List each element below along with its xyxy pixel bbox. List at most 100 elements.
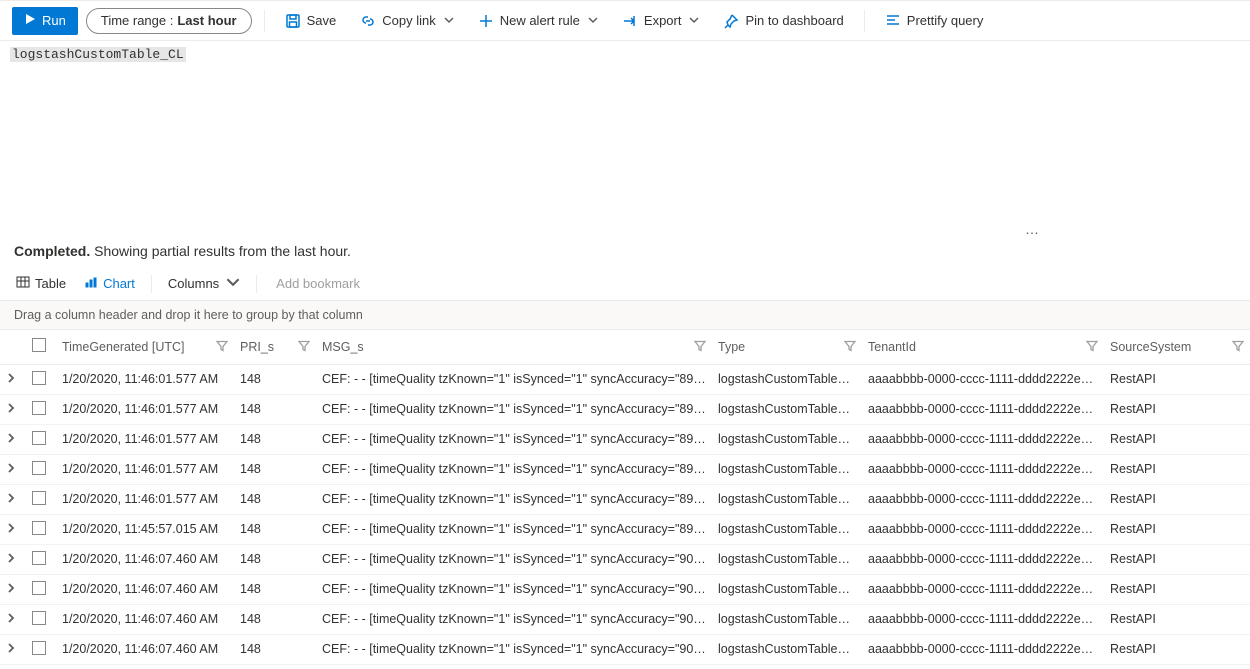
checkbox-icon[interactable] (32, 371, 46, 385)
table-row[interactable]: 1/20/2020, 11:46:01.577 AM148CEF: - - [t… (0, 424, 1250, 454)
results-grid[interactable]: TimeGenerated [UTC] PRI_s MSG_s Type Ten… (0, 330, 1250, 669)
header-time[interactable]: TimeGenerated [UTC] (56, 330, 234, 364)
cell-time: 1/20/2020, 11:46:01.577 AM (56, 364, 234, 394)
cell-time: 1/20/2020, 11:46:01.577 AM (56, 454, 234, 484)
expand-cell[interactable] (0, 394, 26, 424)
cell-src: RestAPI (1104, 604, 1250, 634)
checkbox-cell[interactable] (26, 454, 56, 484)
cell-tenant: aaaabbbb-0000-cccc-1111-dddd2222eeee (862, 634, 1104, 664)
copy-link-label: Copy link (382, 13, 435, 28)
cell-tenant: aaaabbbb-0000-cccc-1111-dddd2222eeee (862, 424, 1104, 454)
pin-button[interactable]: Pin to dashboard (715, 5, 851, 37)
header-src[interactable]: SourceSystem (1104, 330, 1250, 364)
cell-tenant: aaaabbbb-0000-cccc-1111-dddd2222eeee (862, 544, 1104, 574)
export-button[interactable]: Export (614, 5, 708, 37)
checkbox-icon[interactable] (32, 641, 46, 655)
play-icon (24, 13, 36, 28)
cell-tenant: aaaabbbb-0000-cccc-1111-dddd2222eeee (862, 394, 1104, 424)
filter-icon[interactable] (216, 339, 228, 354)
checkbox-icon[interactable] (32, 491, 46, 505)
expand-cell[interactable] (0, 634, 26, 664)
cell-type: logstashCustomTable_CL (712, 394, 862, 424)
checkbox-icon[interactable] (32, 551, 46, 565)
table-row[interactable]: 1/20/2020, 11:46:01.577 AM148CEF: - - [t… (0, 364, 1250, 394)
expand-cell[interactable] (0, 574, 26, 604)
table-row[interactable]: 1/20/2020, 11:46:07.460 AM148CEF: - - [t… (0, 544, 1250, 574)
table-row[interactable]: 1/20/2020, 11:46:01.577 AM148CEF: - - [t… (0, 454, 1250, 484)
expand-cell[interactable] (0, 484, 26, 514)
checkbox-icon[interactable] (32, 431, 46, 445)
checkbox-icon[interactable] (32, 461, 46, 475)
copy-link-button[interactable]: Copy link (352, 5, 461, 37)
cell-time: 1/20/2020, 11:46:07.460 AM (56, 604, 234, 634)
cell-type: logstashCustomTable_CL (712, 634, 862, 664)
cell-msg: CEF: - - [timeQuality tzKnown="1" isSync… (316, 424, 712, 454)
table-row[interactable]: 1/20/2020, 11:46:07.460 AM148CEF: - - [t… (0, 604, 1250, 634)
filter-icon[interactable] (1086, 339, 1098, 354)
query-text: logstashCustomTable_CL (10, 47, 186, 62)
header-msg[interactable]: MSG_s (316, 330, 712, 364)
tab-table-label: Table (35, 276, 66, 291)
table-row[interactable]: 1/20/2020, 11:45:57.015 AM148CEF: - - [t… (0, 514, 1250, 544)
new-alert-button[interactable]: New alert rule (470, 5, 606, 37)
cell-pri: 148 (234, 574, 316, 604)
table-row[interactable]: 1/20/2020, 11:46:01.577 AM148CEF: - - [t… (0, 484, 1250, 514)
tab-table[interactable]: Table (14, 271, 68, 296)
checkbox-cell[interactable] (26, 574, 56, 604)
prettify-button[interactable]: Prettify query (877, 5, 992, 37)
expand-cell[interactable] (0, 364, 26, 394)
header-row: TimeGenerated [UTC] PRI_s MSG_s Type Ten… (0, 330, 1250, 364)
expand-cell[interactable] (0, 544, 26, 574)
expand-cell[interactable] (0, 454, 26, 484)
filter-icon[interactable] (1232, 339, 1244, 354)
table-row[interactable]: 1/20/2020, 11:46:07.460 AM148CEF: - - [t… (0, 574, 1250, 604)
pin-icon (723, 13, 739, 29)
checkbox-cell[interactable] (26, 544, 56, 574)
expand-cell[interactable] (0, 514, 26, 544)
time-range-button[interactable]: Time range : Last hour (86, 8, 252, 34)
checkbox-icon[interactable] (32, 611, 46, 625)
save-button[interactable]: Save (277, 5, 345, 37)
checkbox-cell[interactable] (26, 364, 56, 394)
table-row[interactable]: 1/20/2020, 11:46:07.460 AM148CEF: - - [t… (0, 634, 1250, 664)
cell-src: RestAPI (1104, 574, 1250, 604)
checkbox-icon[interactable] (32, 338, 46, 352)
tab-chart[interactable]: Chart (82, 271, 137, 296)
checkbox-cell[interactable] (26, 484, 56, 514)
chevron-right-icon (6, 432, 16, 446)
header-pri[interactable]: PRI_s (234, 330, 316, 364)
chevron-right-icon (6, 612, 16, 626)
checkbox-cell[interactable] (26, 394, 56, 424)
header-type[interactable]: Type (712, 330, 862, 364)
cell-time: 1/20/2020, 11:46:01.577 AM (56, 484, 234, 514)
filter-icon[interactable] (844, 339, 856, 354)
checkbox-cell[interactable] (26, 604, 56, 634)
cell-src: RestAPI (1104, 514, 1250, 544)
run-button[interactable]: Run (12, 7, 78, 35)
cell-msg: CEF: - - [timeQuality tzKnown="1" isSync… (316, 364, 712, 394)
filter-icon[interactable] (298, 339, 310, 354)
time-range-label: Time range : (101, 13, 174, 28)
table-row[interactable]: 1/20/2020, 11:46:01.577 AM148CEF: - - [t… (0, 394, 1250, 424)
header-tenant[interactable]: TenantId (862, 330, 1104, 364)
cell-pri: 148 (234, 514, 316, 544)
link-icon (360, 13, 376, 29)
filter-icon[interactable] (694, 339, 706, 354)
checkbox-icon[interactable] (32, 401, 46, 415)
checkbox-cell[interactable] (26, 424, 56, 454)
cell-msg: CEF: - - [timeQuality tzKnown="1" isSync… (316, 484, 712, 514)
checkbox-icon[interactable] (32, 581, 46, 595)
cell-pri: 148 (234, 394, 316, 424)
columns-dropdown[interactable]: Columns (166, 271, 242, 296)
query-editor[interactable]: logstashCustomTable_CL (0, 41, 1250, 221)
checkbox-icon[interactable] (32, 521, 46, 535)
run-label: Run (42, 13, 66, 28)
editor-resize-handle[interactable]: … (0, 221, 1250, 235)
expand-cell[interactable] (0, 604, 26, 634)
plus-icon (478, 13, 494, 29)
expand-cell[interactable] (0, 424, 26, 454)
header-checkbox[interactable] (26, 330, 56, 364)
checkbox-cell[interactable] (26, 634, 56, 664)
checkbox-cell[interactable] (26, 514, 56, 544)
group-by-bar[interactable]: Drag a column header and drop it here to… (0, 301, 1250, 330)
